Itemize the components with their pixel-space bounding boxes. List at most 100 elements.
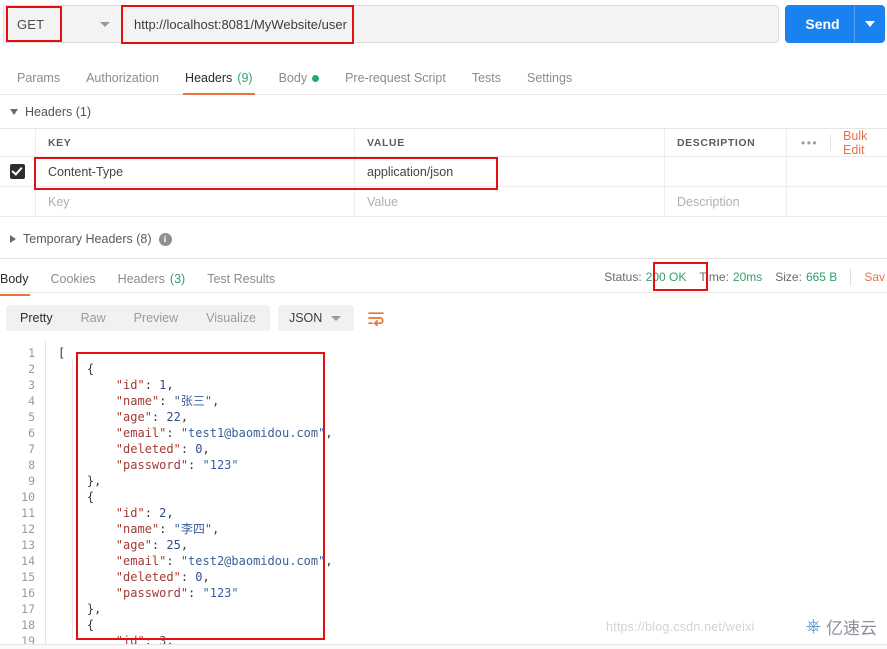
code-token-pun: , [180,538,189,552]
code-token-pun [58,394,116,408]
code-token-key: "age" [115,538,152,552]
tab-label: Headers [185,71,233,85]
response-tabs-underline [0,292,887,293]
response-language-select[interactable]: JSON [277,305,355,331]
save-response-button[interactable]: Sav [864,270,885,284]
temporary-headers-toggle[interactable]: Temporary Headers (8) i [0,227,887,251]
code-token-pun: { [58,618,95,632]
code-token-key: "email" [115,554,167,568]
headers-section-title: Headers (1) [25,105,91,119]
table-row[interactable]: Content-Type application/json [0,157,887,187]
code-token-pun [58,410,116,424]
code-token-pun: }, [58,474,102,488]
code-line: { [58,489,887,505]
view-mode-raw[interactable]: Raw [67,305,120,331]
header-key-input-empty[interactable]: Key [36,187,355,216]
send-options-button[interactable] [855,21,885,27]
code-token-key: "password" [115,586,189,600]
send-button-label: Send [805,16,840,32]
tab-label: Body [278,71,308,85]
response-body-code[interactable]: [ { "id": 1, "name": "张三", "age": 22, "e… [58,341,887,644]
response-tab-headers[interactable]: Headers (3) [107,263,197,295]
response-tab-test-results[interactable]: Test Results [196,263,286,295]
indent-guide [72,359,73,639]
code-token-str: "123" [202,458,239,472]
code-token-key: "id" [115,634,145,644]
line-number: 6 [28,426,35,440]
code-token-key: "age" [115,410,152,424]
tab-label: Body [0,272,29,286]
code-token-pun [58,426,116,440]
body-present-dot-icon [312,74,320,82]
response-body-viewer[interactable]: 1 2 3 4 5 6 7 8 9 10 11 12 13 14 15 16 17 18 19 [ { "id": … [0,341,887,644]
header-enabled-checkbox-empty[interactable] [0,187,36,216]
response-tab-body[interactable]: Body [0,263,40,296]
tab-params[interactable]: Params [4,62,73,94]
tab-headers[interactable]: Headers (9) [172,62,266,95]
view-mode-pretty[interactable]: Pretty [6,305,67,331]
code-token-pun: , [212,522,220,536]
http-method-select[interactable]: GET [3,5,121,43]
code-line: "id": 3, [58,633,887,644]
header-description-input-empty[interactable]: Description [665,187,787,216]
header-value-input-empty[interactable]: Value [355,187,665,216]
code-token-pun: : [151,538,167,552]
headers-section-toggle[interactable]: Headers (1) [0,101,887,123]
code-line: "password": "123" [58,585,887,601]
code-line: "name": "张三", [58,393,887,409]
code-token-pun: , [180,410,189,424]
tab-body[interactable]: Body [266,62,333,94]
temporary-headers-label: Temporary Headers (8) [23,232,152,246]
send-button[interactable]: Send [785,5,885,43]
code-line: [ [58,345,887,361]
divider [830,134,831,151]
code-token-pun [58,378,116,392]
response-language-label: JSON [288,311,323,325]
more-options-icon[interactable]: ••• [801,136,818,150]
code-token-pun [58,554,116,568]
tab-settings[interactable]: Settings [514,62,585,94]
code-token-pun: : [166,426,181,440]
line-number: 4 [28,394,35,408]
header-description-input[interactable] [665,157,787,186]
code-token-key: "name" [115,394,160,408]
code-token-key: "email" [115,426,167,440]
line-number: 15 [21,570,35,584]
word-wrap-button[interactable] [362,305,390,331]
code-token-key: "id" [115,506,145,520]
tab-authorization[interactable]: Authorization [73,62,172,94]
bulk-edit-button[interactable]: Bulk Edit [843,129,887,157]
code-line: "password": "123" [58,457,887,473]
header-value-input[interactable]: application/json [355,157,665,186]
row-spacer [787,157,887,186]
tab-tests[interactable]: Tests [459,62,514,94]
code-token-str: "张三" [173,394,213,408]
header-key-input[interactable]: Content-Type [36,157,355,186]
tab-label: Authorization [86,71,160,85]
view-mode-visualize[interactable]: Visualize [192,305,270,331]
headers-table: KEY VALUE DESCRIPTION ••• Bulk Edit Cont… [0,128,887,217]
code-token-pun: , [212,394,220,408]
table-row[interactable]: Key Value Description [0,187,887,217]
code-token-pun [58,586,116,600]
code-token-num: 0 [195,442,203,456]
info-icon[interactable]: i [158,232,172,246]
line-number: 18 [21,618,35,632]
view-mode-preview[interactable]: Preview [120,305,192,331]
tab-label: Pre-request Script [345,71,446,85]
code-token-pun: : [144,634,160,644]
url-input[interactable]: http://localhost:8081/MyWebsite/user [121,5,779,43]
code-token-pun: , [202,442,210,456]
tab-pre-request-script[interactable]: Pre-request Script [332,62,459,94]
tab-label: Test Results [207,272,276,286]
header-enabled-checkbox[interactable] [0,157,36,186]
code-line: "deleted": 0, [58,569,887,585]
code-line: "email": "test2@baomidou.com", [58,553,887,569]
status-label: Status: [604,270,642,284]
line-number: 19 [21,634,35,644]
line-number: 9 [28,474,35,488]
code-token-pun: , [202,570,210,584]
response-tab-cookies[interactable]: Cookies [40,263,107,295]
code-token-num: 0 [195,570,203,584]
request-tabs: Params Authorization Headers (9) Body Pre-req… [0,62,887,95]
